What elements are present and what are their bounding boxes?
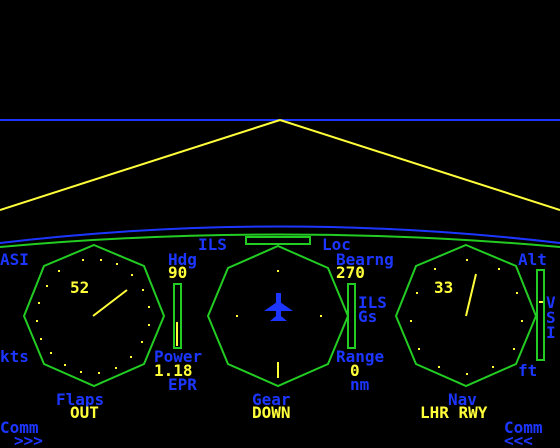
range-value: 0 [350, 361, 360, 380]
ils-label: ILS [198, 235, 227, 254]
bearing-value: 270 [336, 263, 365, 282]
aircraft-icon [264, 293, 293, 321]
flight-simulator-screen: ILS Loc ASI Alt Hdg Bearng ILS Gs V S I … [0, 0, 560, 448]
kts-label: kts [0, 347, 29, 366]
asi-needle [92, 289, 128, 317]
comm-left-arrows[interactable]: >>> [14, 433, 43, 448]
ft-label: ft [518, 361, 538, 380]
asi-scale-dots [36, 259, 150, 374]
range-label: Range [336, 347, 385, 366]
asi-dial [22, 243, 166, 388]
nav-value[interactable]: LHR RWY [420, 405, 487, 421]
altimeter-dial [394, 243, 538, 388]
power-value: 1.18 [154, 361, 193, 380]
ils-localiser-indicator [245, 236, 311, 245]
attitude-dial [206, 244, 350, 388]
alt-label: Alt [518, 250, 547, 269]
flaps-value[interactable]: OUT [70, 405, 99, 421]
gear-value[interactable]: DOWN [252, 405, 291, 421]
runway-left-edge [0, 119, 281, 211]
vsi-bar-frame [536, 269, 545, 361]
altimeter-needle [465, 273, 477, 317]
vsi-letter-i: I [546, 323, 556, 342]
asi-label: ASI [0, 250, 29, 269]
cockpit-graphics [0, 119, 560, 388]
heading-value: 90 [168, 263, 188, 282]
gs-label: Gs [358, 307, 378, 326]
altitude-value: 33 [434, 278, 454, 297]
asi-value: 52 [70, 278, 90, 297]
altimeter-scale-dots [410, 259, 523, 375]
comm-right-arrows[interactable]: <<< [504, 433, 533, 448]
runway-right-edge [279, 119, 560, 211]
